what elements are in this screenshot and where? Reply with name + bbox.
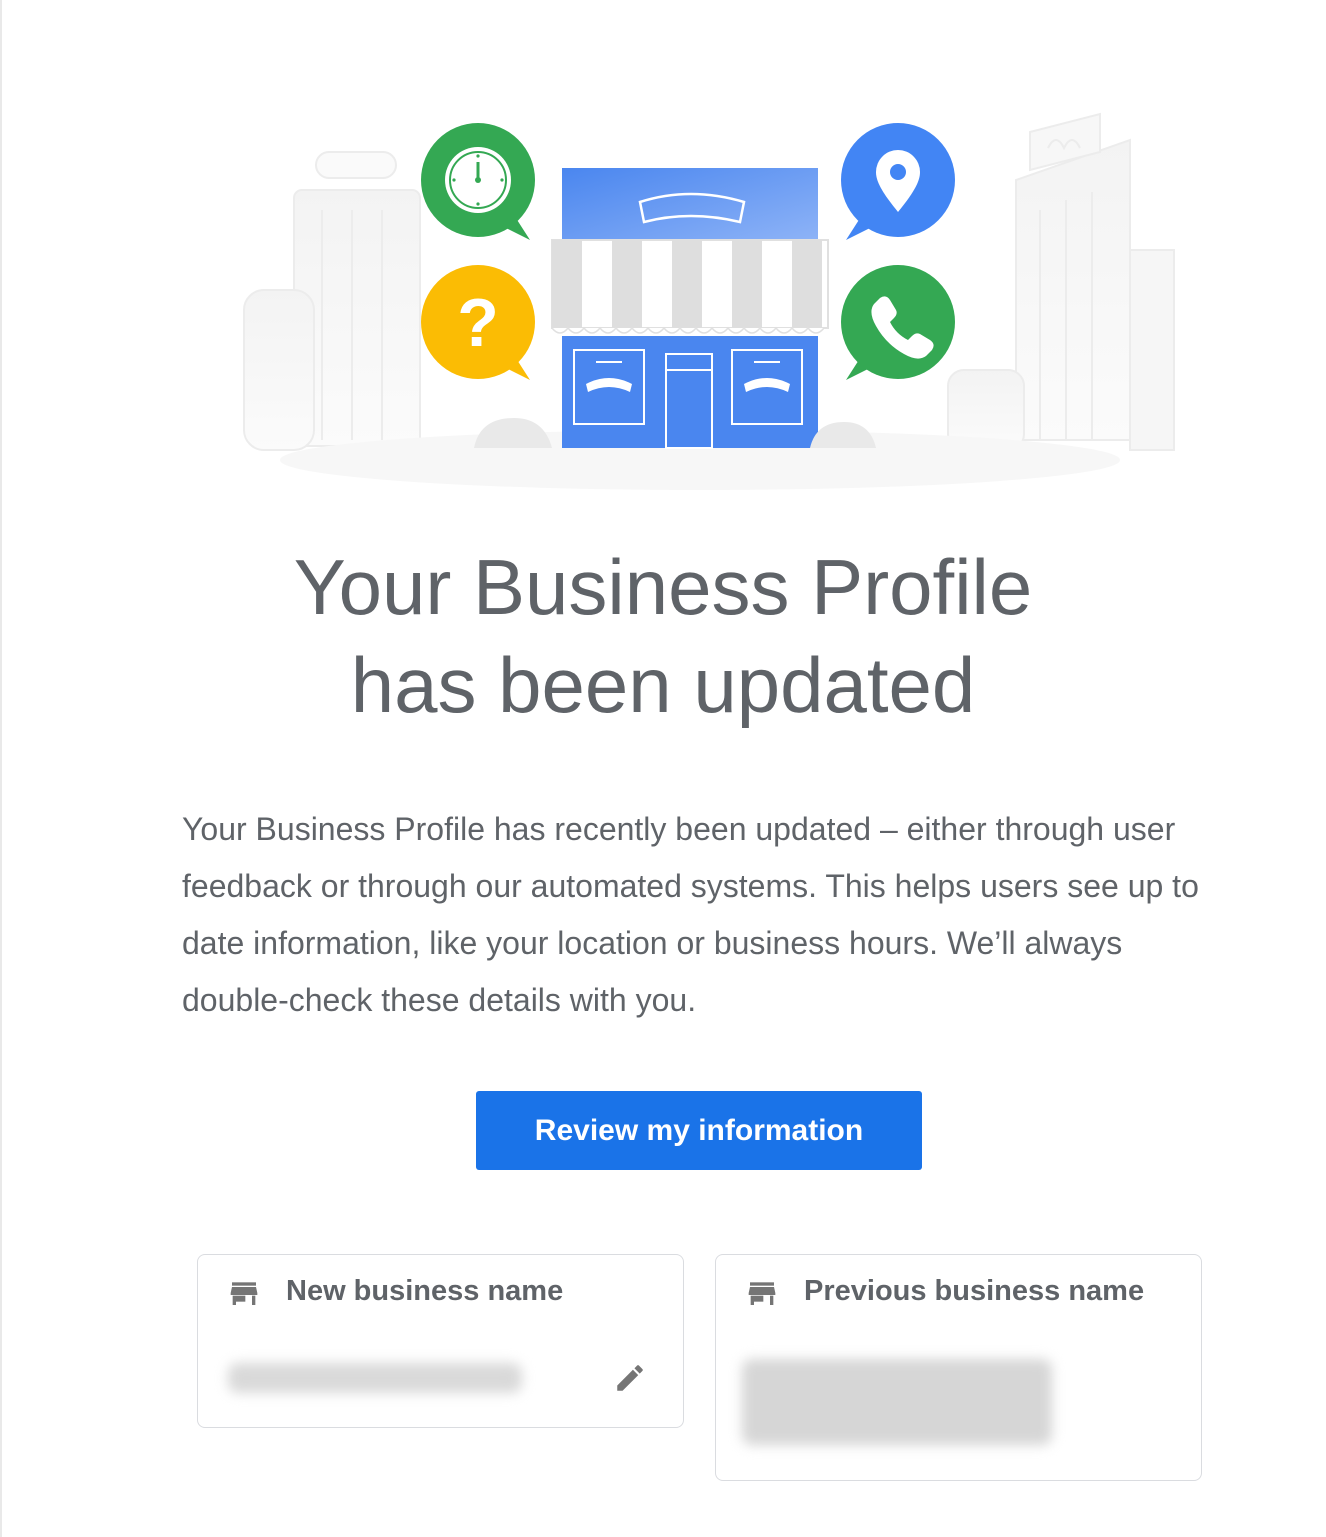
new-business-name-label: New business name <box>286 1275 564 1307</box>
business-profile-illustration: ? <box>243 112 1175 490</box>
left-border <box>0 0 2 1537</box>
background-building-right <box>947 112 1175 451</box>
review-information-button[interactable]: Review my information <box>476 1091 922 1170</box>
new-business-name-card: New business name <box>197 1254 684 1428</box>
question-icon: ? <box>421 265 535 380</box>
storefront-icon <box>230 1282 258 1305</box>
svg-text:?: ? <box>457 285 499 361</box>
pencil-edit-icon[interactable] <box>613 1361 647 1395</box>
new-business-name-value-obscured <box>228 1363 522 1393</box>
background-building-left <box>243 151 421 451</box>
page-title: Your Business Profile has been updated <box>0 538 1326 734</box>
email-page: ? Your Business Profile has been updated… <box>0 0 1326 1537</box>
phone-icon <box>841 265 955 380</box>
update-message: Your Business Profile has recently been … <box>182 811 1199 1018</box>
previous-business-name-value-obscured <box>742 1359 1052 1445</box>
storefront-illustration <box>551 168 829 449</box>
title-line-2: has been updated <box>350 641 976 729</box>
storefront-icon <box>748 1282 776 1305</box>
title-line-1: Your Business Profile <box>293 543 1033 631</box>
previous-business-name-label: Previous business name <box>804 1275 1145 1307</box>
previous-business-name-card: Previous business name <box>715 1254 1202 1481</box>
clock-icon <box>421 123 535 240</box>
location-pin-icon <box>841 123 955 240</box>
